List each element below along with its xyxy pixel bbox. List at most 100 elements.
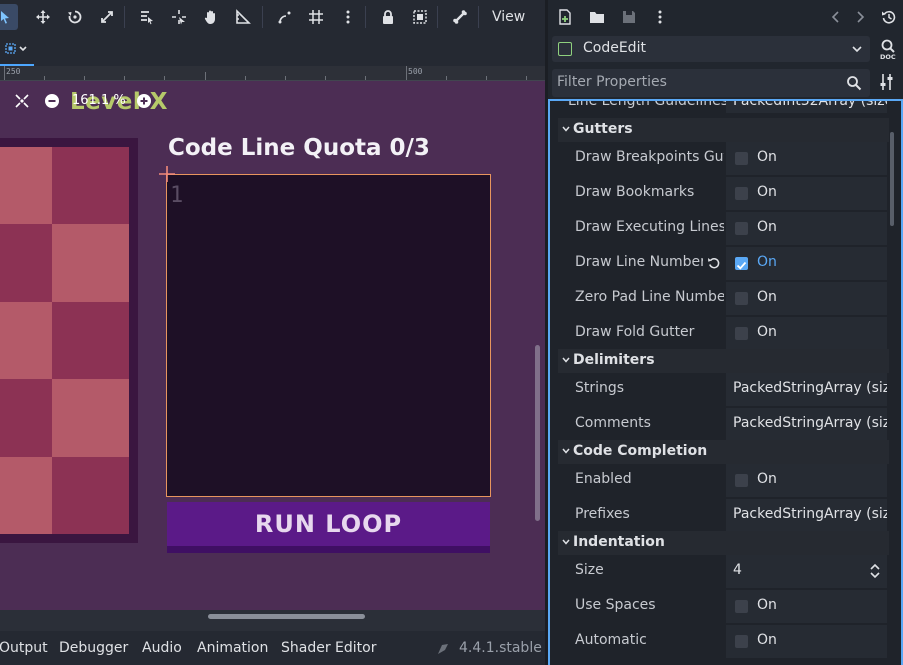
property-label: Draw Line Numbers xyxy=(575,254,703,270)
history-back-button[interactable] xyxy=(825,6,847,28)
checkbox[interactable] xyxy=(735,474,748,487)
checkbox-field[interactable]: On xyxy=(726,142,887,175)
pointer-icon xyxy=(1,11,9,24)
tab-shader-editor[interactable]: Shader Editor xyxy=(281,640,376,656)
scale-mode-button[interactable] xyxy=(94,4,120,30)
open-resource-button[interactable] xyxy=(586,6,608,28)
property-label: Enabled xyxy=(575,471,632,487)
section-title: Indentation xyxy=(573,534,665,550)
grid-snap-button[interactable] xyxy=(303,4,329,30)
checkbox[interactable] xyxy=(735,600,748,613)
chevron-down-icon xyxy=(562,357,570,363)
checkbox-field[interactable]: On xyxy=(726,282,887,315)
zoom-reset-button[interactable] xyxy=(12,91,32,111)
run-loop-button[interactable]: RUN LOOP xyxy=(167,502,490,553)
save-resource-button[interactable] xyxy=(618,6,640,28)
property-draw-breakpoints: Draw Breakpoints Gutter On xyxy=(558,142,889,175)
horizontal-scrollbar[interactable] xyxy=(208,614,365,619)
tab-debugger[interactable]: Debugger xyxy=(59,640,128,656)
bottom-panel-tabs: Output Debugger Audio Animation Shader E… xyxy=(0,631,545,665)
checkbox-checked[interactable] xyxy=(735,257,748,270)
scene-viewport[interactable]: Level X 161.1 % Code Line Quota 0/3 1 RU… xyxy=(0,81,545,610)
checkbox[interactable] xyxy=(735,222,748,235)
select-region-icon xyxy=(5,43,27,54)
value-text: 4 xyxy=(733,562,742,578)
canvas-subtoolbar xyxy=(0,34,545,66)
section-gutters[interactable]: Gutters xyxy=(558,118,889,142)
pan-mode-button[interactable] xyxy=(198,4,224,30)
checkbox[interactable] xyxy=(735,327,748,340)
open-documentation-button[interactable]: DOC xyxy=(877,37,901,61)
board-cell xyxy=(52,147,129,225)
list-select-button[interactable] xyxy=(134,4,160,30)
zoom-out-button[interactable] xyxy=(42,91,62,111)
tab-output[interactable]: Output xyxy=(0,640,48,656)
inspector-scrollbar[interactable] xyxy=(890,132,894,226)
array-field[interactable]: PackedStringArray (size xyxy=(726,499,887,532)
tools-icon xyxy=(880,74,893,90)
smart-snap-button[interactable] xyxy=(272,4,298,30)
section-code-completion[interactable]: Code Completion xyxy=(558,440,889,464)
resource-menu-button[interactable] xyxy=(649,6,671,28)
checkbox[interactable] xyxy=(735,292,748,305)
checkbox-field[interactable]: On xyxy=(726,247,887,280)
group-button[interactable] xyxy=(407,4,433,30)
search-icon xyxy=(847,76,862,91)
history-button[interactable] xyxy=(878,6,900,28)
property-value[interactable]: PackedInt32Array (size xyxy=(726,99,887,113)
vertical-scrollbar[interactable] xyxy=(535,345,540,521)
checkbox[interactable] xyxy=(735,152,748,165)
ruler-label: 250 xyxy=(6,67,21,76)
value-text: PackedInt32Array (size xyxy=(733,99,887,109)
bone-icon xyxy=(453,10,467,24)
move-mode-button[interactable] xyxy=(30,4,56,30)
rotate-icon xyxy=(68,10,82,24)
kebab-menu-icon xyxy=(658,10,662,24)
checkbox-field[interactable]: On xyxy=(726,625,887,658)
revert-icon[interactable] xyxy=(707,256,721,270)
checkbox-field[interactable]: On xyxy=(726,590,887,623)
code-edit-box[interactable]: 1 xyxy=(166,174,491,497)
section-delimiters[interactable]: Delimiters xyxy=(558,349,889,373)
checkbox-field[interactable]: On xyxy=(726,464,887,497)
checkbox-field[interactable]: On xyxy=(726,212,887,245)
game-board xyxy=(0,138,138,543)
checkbox-label: On xyxy=(757,219,777,235)
inspector-settings-button[interactable] xyxy=(879,72,895,96)
view-menu-button[interactable]: View xyxy=(482,4,535,30)
lock-button[interactable] xyxy=(375,4,401,30)
checkbox[interactable] xyxy=(735,187,748,200)
ruler-mode-button[interactable] xyxy=(230,4,256,30)
zoom-in-button[interactable] xyxy=(134,91,154,111)
checkbox[interactable] xyxy=(735,635,748,648)
spinner-arrows-icon[interactable] xyxy=(869,563,881,579)
zoom-level[interactable]: 161.1 % xyxy=(72,93,126,108)
pivot-button[interactable] xyxy=(166,4,192,30)
history-icon xyxy=(882,10,896,24)
code-line-quota-label: Code Line Quota 0/3 xyxy=(168,135,430,161)
object-selector[interactable]: CodeEdit xyxy=(552,36,870,62)
selection-toggle-button[interactable] xyxy=(0,34,34,66)
checkbox-field[interactable]: On xyxy=(726,317,887,350)
array-field[interactable]: PackedStringArray (size xyxy=(726,373,887,406)
size-spinbox[interactable]: 4 xyxy=(726,555,887,588)
new-resource-button[interactable] xyxy=(554,6,576,28)
property-use-spaces: Use Spaces On xyxy=(558,590,889,623)
rotate-mode-button[interactable] xyxy=(62,4,88,30)
select-mode-button[interactable] xyxy=(0,4,18,30)
checkbox-field[interactable]: On xyxy=(726,177,887,210)
skeleton-button[interactable] xyxy=(447,4,473,30)
array-field[interactable]: PackedStringArray (size xyxy=(726,408,887,441)
section-indentation[interactable]: Indentation xyxy=(558,531,889,555)
snap-options-button[interactable] xyxy=(335,4,361,30)
property-label: Draw Executing Lines xyxy=(575,219,724,235)
checkbox-label: On xyxy=(757,324,777,340)
godot-version-icon xyxy=(438,644,448,654)
tab-audio[interactable]: Audio xyxy=(142,640,182,656)
checkbox-label: On xyxy=(757,632,777,648)
pivot-icon xyxy=(172,10,186,25)
tab-animation[interactable]: Animation xyxy=(197,640,268,656)
filter-properties-input[interactable]: Filter Properties xyxy=(552,69,870,97)
checkbox-label: On xyxy=(757,149,777,165)
history-forward-button[interactable] xyxy=(849,6,871,28)
